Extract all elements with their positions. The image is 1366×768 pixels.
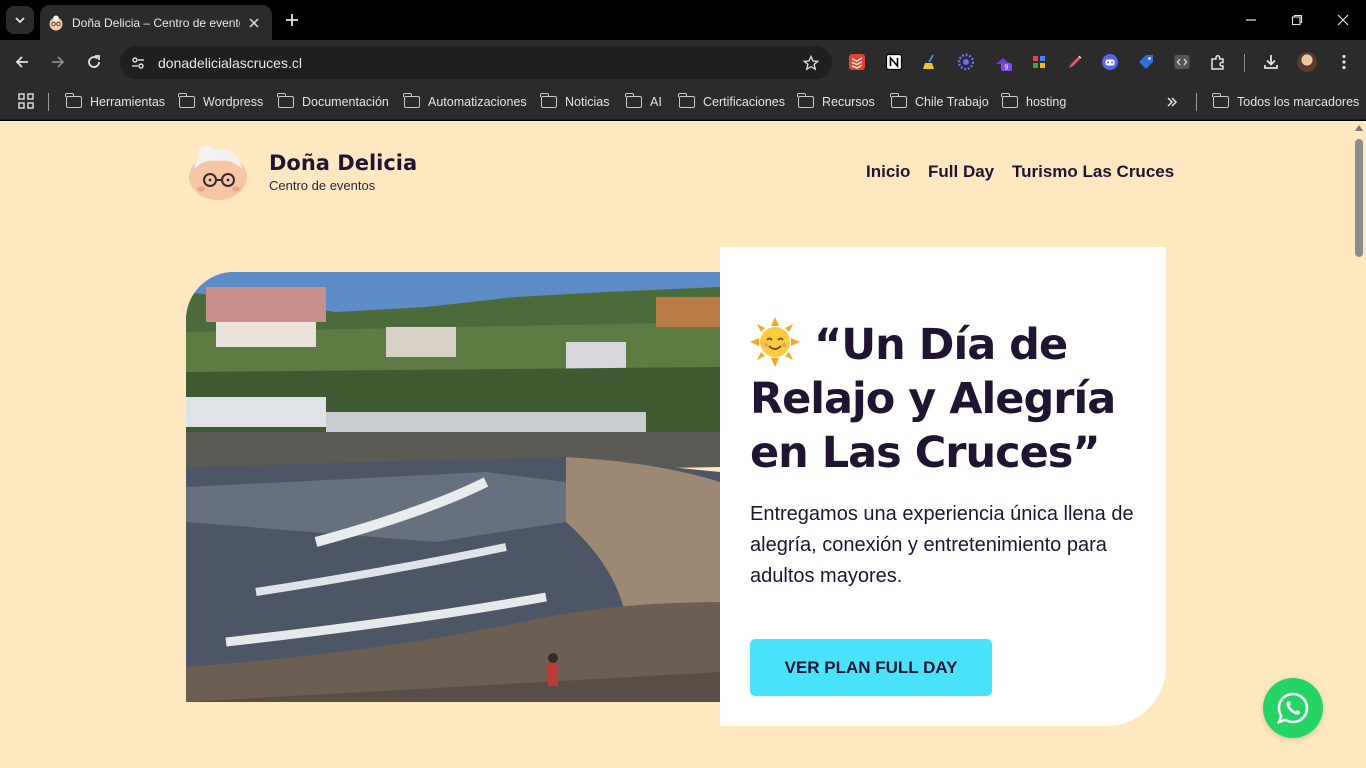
- back-button[interactable]: [8, 48, 36, 76]
- nav-link-full-day[interactable]: Full Day: [928, 162, 994, 182]
- new-tab-button[interactable]: [280, 8, 304, 32]
- arrow-left-icon: [15, 56, 28, 68]
- close-tab-icon[interactable]: [244, 13, 264, 33]
- bookmark-folder[interactable]: Wordpress: [178, 84, 263, 120]
- code-icon[interactable]: [1171, 51, 1193, 73]
- bookmark-folder[interactable]: Documentación: [277, 84, 389, 120]
- hat-icon[interactable]: 9: [992, 51, 1014, 73]
- folder-icon: [1212, 93, 1229, 108]
- bookmark-folder[interactable]: Automatizaciones: [403, 84, 527, 120]
- minimize-icon: [1246, 19, 1256, 21]
- folder-icon: [625, 93, 642, 108]
- restore-button[interactable]: [1274, 0, 1320, 40]
- double-chevron-right-icon: [1167, 97, 1178, 107]
- reload-button[interactable]: [80, 48, 108, 76]
- forward-button[interactable]: [44, 48, 72, 76]
- window-controls: [1228, 0, 1366, 40]
- reload-icon: [88, 55, 100, 68]
- scroll-thumb[interactable]: [1355, 139, 1363, 257]
- folder-icon: [403, 93, 420, 108]
- download-icon[interactable]: [1260, 51, 1282, 73]
- hero-heading: “Un Día de Relajo y Alegría en Las Cruce…: [750, 317, 1150, 480]
- hero-description: Entregamos una experiencia única llena d…: [750, 503, 1134, 587]
- nav-link-turismo[interactable]: Turismo Las Cruces: [1012, 162, 1174, 182]
- chevron-down-icon: [15, 17, 25, 24]
- bookmarks-separator: [1196, 93, 1197, 111]
- bookmark-folder[interactable]: hosting: [1001, 84, 1066, 120]
- tag-icon[interactable]: [1135, 51, 1157, 73]
- toolbar-divider: [1244, 54, 1245, 72]
- brand-name[interactable]: Doña Delicia: [269, 151, 417, 175]
- bookmark-folder[interactable]: Chile Trabajo: [890, 84, 989, 120]
- puzzle-icon[interactable]: [1207, 51, 1229, 73]
- notion-icon[interactable]: [883, 51, 905, 73]
- bookmark-folder[interactable]: Certificaciones: [678, 84, 785, 120]
- apps-grid-icon[interactable]: [18, 93, 34, 109]
- folder-icon: [1001, 93, 1018, 108]
- tab-search-button[interactable]: [6, 6, 34, 34]
- profile-avatar[interactable]: [1297, 52, 1317, 72]
- bookmarks-bar: Herramientas Wordpress Documentación Aut…: [0, 84, 1366, 120]
- smiling-sun-emoji-icon: [750, 317, 800, 367]
- more-bookmarks-button[interactable]: [1166, 84, 1178, 120]
- all-bookmarks-button[interactable]: Todos los marcadores: [1212, 84, 1359, 120]
- nav-link-inicio[interactable]: Inicio: [866, 162, 910, 182]
- plus-icon: [286, 14, 298, 26]
- url-text[interactable]: donadelicialascruces.cl: [158, 55, 302, 71]
- svg-text:9: 9: [1005, 65, 1009, 72]
- folder-icon: [678, 93, 695, 108]
- arrow-right-icon: [52, 56, 65, 68]
- granny-logo-icon[interactable]: [186, 139, 250, 203]
- broom-icon[interactable]: [919, 51, 941, 73]
- bookmark-folder[interactable]: Herramientas: [65, 84, 165, 120]
- active-tab[interactable]: Doña Delicia – Centro de eventos: [40, 5, 272, 40]
- todoist-icon[interactable]: [846, 51, 868, 73]
- folder-icon: [277, 93, 294, 108]
- gear-flower-icon[interactable]: [955, 51, 977, 73]
- folder-icon: [178, 93, 195, 108]
- hero-beach-photo: [186, 272, 720, 702]
- minimize-button[interactable]: [1228, 0, 1274, 40]
- hero-card: “Un Día de Relajo y Alegría en Las Cruce…: [720, 247, 1166, 726]
- folder-icon: [540, 93, 557, 108]
- ver-plan-button[interactable]: VER PLAN FULL DAY: [750, 639, 992, 696]
- close-icon: [1337, 14, 1349, 26]
- close-window-button[interactable]: [1320, 0, 1366, 40]
- hero-title-text: “Un Día de Relajo y Alegría en Las Cruce…: [750, 320, 1116, 478]
- tab-title: Doña Delicia – Centro de eventos: [72, 15, 240, 30]
- tab-strip: Doña Delicia – Centro de eventos: [0, 0, 1366, 40]
- bookmark-folder[interactable]: Noticias: [540, 84, 609, 120]
- browser-toolbar: donadelicialascruces.cl 9: [0, 40, 1366, 84]
- address-bar[interactable]: donadelicialascruces.cl: [120, 46, 832, 79]
- whatsapp-button[interactable]: [1263, 678, 1323, 738]
- folder-icon: [890, 93, 907, 108]
- brand-subtitle: Centro de eventos: [269, 178, 376, 193]
- granny-face-icon: [49, 15, 63, 30]
- folder-icon: [65, 93, 82, 108]
- bookmark-folder[interactable]: AI: [625, 84, 662, 120]
- whatsapp-icon: [1276, 692, 1309, 725]
- bookmarks-separator: [48, 93, 49, 111]
- web-page: Doña Delicia Centro de eventos Inicio Fu…: [0, 121, 1352, 768]
- bookmark-star-icon[interactable]: [800, 52, 822, 74]
- page-scrollbar[interactable]: [1352, 121, 1366, 768]
- folder-icon: [797, 93, 814, 108]
- pen-icon[interactable]: [1064, 51, 1086, 73]
- scroll-up-arrow-icon[interactable]: [1355, 125, 1363, 131]
- site-info-icon[interactable]: [126, 51, 150, 75]
- google-colors-icon[interactable]: [1028, 51, 1050, 73]
- restore-icon: [1291, 14, 1303, 26]
- bookmark-folder[interactable]: Recursos: [797, 84, 875, 120]
- kebab-menu-icon[interactable]: [1333, 51, 1355, 73]
- robot-icon[interactable]: [1099, 51, 1121, 73]
